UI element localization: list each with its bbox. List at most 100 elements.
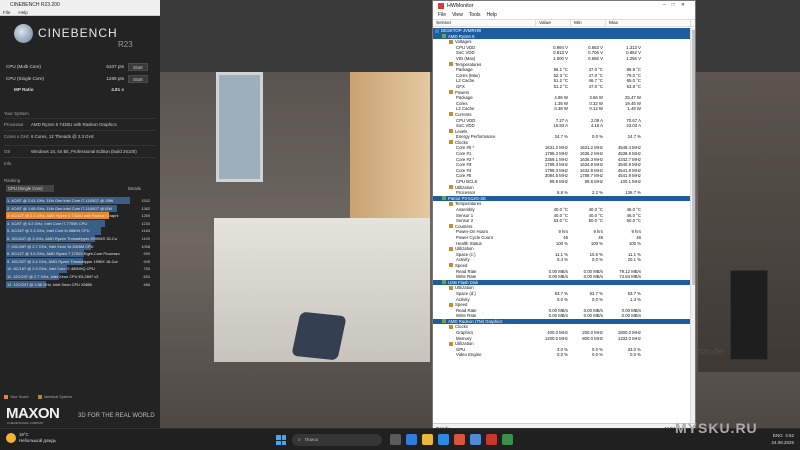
sensor-name: Power-On Hours <box>456 229 488 235</box>
weather-widget[interactable]: 19°C Небольшой дождь <box>6 432 56 444</box>
sensor-name: L2 Cache <box>456 106 475 112</box>
system-row: Info <box>4 157 156 169</box>
score-multi-core: CPU (Multi Core) 6107 pts Start <box>6 62 154 71</box>
device-icon <box>435 28 439 33</box>
search-placeholder: Поиск <box>304 437 318 443</box>
hwmonitor-menu: File View Tools Help <box>433 11 695 19</box>
sensor-group-icon <box>449 224 453 229</box>
cinebench-window: CINEBENCH R23.200 File Help CINEBENCH R2… <box>0 0 160 428</box>
ranking-label: 12. 12C/24T @ 2.66 GHz, Intel Xeon CPU X… <box>7 281 93 287</box>
start-single-button[interactable]: Start <box>128 74 148 83</box>
language-indicator[interactable]: ENG <box>773 433 783 438</box>
sensor-name: Core #0 * <box>456 145 475 151</box>
sensor-name: CPU VDD <box>456 117 476 123</box>
ranking-label: 11. 12C/24T @ 2.7 GHz, Intel Xeon CPU E5… <box>7 274 99 279</box>
sensor-name: Temperatures <box>455 201 482 207</box>
ranking-score: 1109 <box>141 236 150 241</box>
device-icon <box>442 319 446 324</box>
ranking-score: 1532 <box>141 198 150 203</box>
sensor-name: Clocks <box>455 139 468 145</box>
device-icon <box>442 34 446 39</box>
legend-your-score: Your Score <box>4 395 29 399</box>
sensor-row[interactable]: Video Engine 0.0 % 0.0 % 0.0 % <box>433 352 691 358</box>
sensor-name: Levels <box>455 128 468 134</box>
app-name: CINEBENCH <box>38 26 118 40</box>
wallpaper-lamp <box>730 270 768 360</box>
sensor-group-icon <box>449 285 453 290</box>
ranking-select[interactable]: CPU (Single Core) <box>6 185 54 192</box>
score-mp-ratio: MP Ratio 4.81 x <box>6 85 154 94</box>
sensor-min: 0.0 % <box>592 352 603 358</box>
sensor-group-icon <box>449 62 453 67</box>
system-row: Processor AMD Ryzen 5 7430U with Radeon G… <box>4 118 156 130</box>
sensor-name: Health Status <box>456 240 482 246</box>
sensor-name: Utilization <box>455 341 474 347</box>
app-task-icon[interactable] <box>502 434 513 445</box>
details-button[interactable]: Details <box>128 186 141 191</box>
explorer-icon[interactable] <box>422 434 433 445</box>
legend-swatch <box>4 395 8 399</box>
sensor-name: Package <box>456 95 473 101</box>
sensor-name: Sensor 1 <box>456 212 474 218</box>
sensor-name: Read Rate <box>456 268 477 274</box>
scrollbar[interactable] <box>690 28 695 424</box>
sensor-name: Speed <box>455 302 468 308</box>
ranking-row: 3. 6C/12T @ 2.3 GHz, AMD Ryzen 5 7430U w… <box>6 212 150 220</box>
sensor-group-icon <box>449 140 453 145</box>
menu-file[interactable]: File <box>438 12 446 18</box>
sensor-name: Patriot P3-512G-SE <box>448 195 486 201</box>
task-view-icon[interactable] <box>390 434 401 445</box>
col-sensor[interactable]: Sensor <box>433 20 536 26</box>
hwmonitor-task-icon[interactable] <box>486 434 497 445</box>
start-multi-button[interactable]: Start <box>128 62 148 71</box>
sensor-name: L2 Cache <box>456 78 475 84</box>
sensor-name: Utilization <box>455 285 474 291</box>
sensor-name: Memory <box>456 335 472 341</box>
scrollbar-thumb[interactable] <box>692 30 695 285</box>
sensor-name: Power Cycle Count <box>456 234 493 240</box>
menu-view[interactable]: View <box>452 12 463 18</box>
system-tray[interactable]: ENG 4:52 24.08.2025 <box>771 432 794 446</box>
store-icon[interactable] <box>438 434 449 445</box>
clock-date: 24.08.2025 <box>771 440 794 445</box>
sensor-name: Energy Performance <box>456 134 496 140</box>
ranking-label: 4. 4C/8T @ 4.2 GHz, Intel Core i7-7700K … <box>7 220 88 226</box>
col-min[interactable]: Min <box>571 20 606 26</box>
menu-file[interactable]: File <box>3 10 10 15</box>
wallpaper-window <box>216 72 263 182</box>
sensor-name: DESKTOP-JVMRH0I <box>441 28 482 33</box>
ranking-score: 959 <box>143 251 151 257</box>
ranking-row: 9. 16C/32T @ 3.4 GHz, AMD Ryzen Threadri… <box>6 257 150 266</box>
ranking-score: 1382 <box>141 205 150 211</box>
ranking-label: 2. 4C/8T @ 1.69 GHz, 11th Gen Intel Core… <box>7 205 113 211</box>
menu-tools[interactable]: Tools <box>469 12 481 18</box>
window-controls[interactable]: –□✕ <box>663 2 691 8</box>
menu-help[interactable]: Help <box>487 12 497 18</box>
ranking-row: 10. 8C/16T @ 2.9 GHz, Intel Core i7-4850… <box>6 265 150 273</box>
col-max[interactable]: Max <box>606 20 691 26</box>
ranking-score: 1230 <box>141 220 150 226</box>
start-button-icon[interactable] <box>276 435 286 445</box>
ranking-row: 6. 32C/64T @ 3 GHz, AMD Ryzen Threadripp… <box>6 235 150 243</box>
ranking-label: 3. 6C/12T @ 2.3 GHz, AMD Ryzen 5 7430U w… <box>7 213 119 219</box>
sensor-name: Video Engine <box>456 352 482 358</box>
menu-help[interactable]: Help <box>18 10 27 15</box>
site-watermark: MYSKU.RU <box>675 420 758 436</box>
taskbar-search[interactable]: ⌕ Поиск <box>292 434 382 446</box>
weather-desc: Небольшой дождь <box>19 438 56 443</box>
sensor-name: VID (Max) <box>456 55 476 61</box>
sensor-name: Powers <box>455 89 470 95</box>
sensor-max: 0.0 % <box>630 352 641 358</box>
office-icon[interactable] <box>454 434 465 445</box>
wallpaper-pillow <box>291 311 347 361</box>
ranking-label: 7. 24C/48T @ 2.7 GHz, Intel Xeon W-3265M… <box>7 243 94 249</box>
sensor-name: USB Flash Disk <box>448 279 479 285</box>
cinebench-task-icon[interactable] <box>470 434 481 445</box>
sensor-name: Package <box>456 67 473 73</box>
ranking-row: 12. 12C/24T @ 2.66 GHz, Intel Xeon CPU X… <box>6 280 150 288</box>
wallpaper-watermark: ron.de <box>698 346 724 356</box>
sensor-tree: DESKTOP-JVMRH0I AMD Ryzen 5 Voltages CPU VD… <box>433 28 691 424</box>
col-value[interactable]: Value <box>536 20 571 26</box>
ranking-score: 653 <box>143 274 151 279</box>
edge-icon[interactable] <box>406 434 417 445</box>
